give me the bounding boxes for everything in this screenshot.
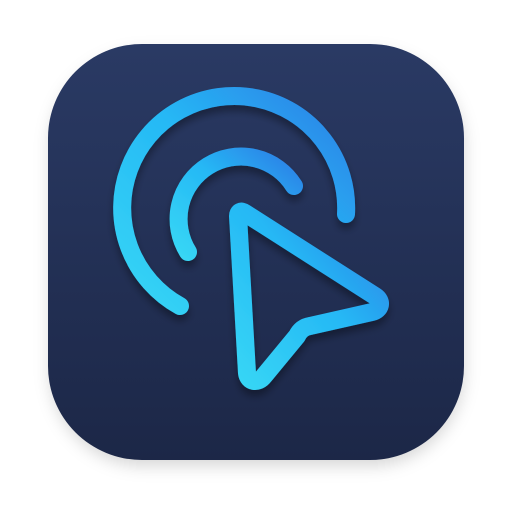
cursor-tap-app-icon[interactable] [48,44,464,460]
app-icon-artwork [48,44,464,460]
icon-canvas [0,0,512,512]
